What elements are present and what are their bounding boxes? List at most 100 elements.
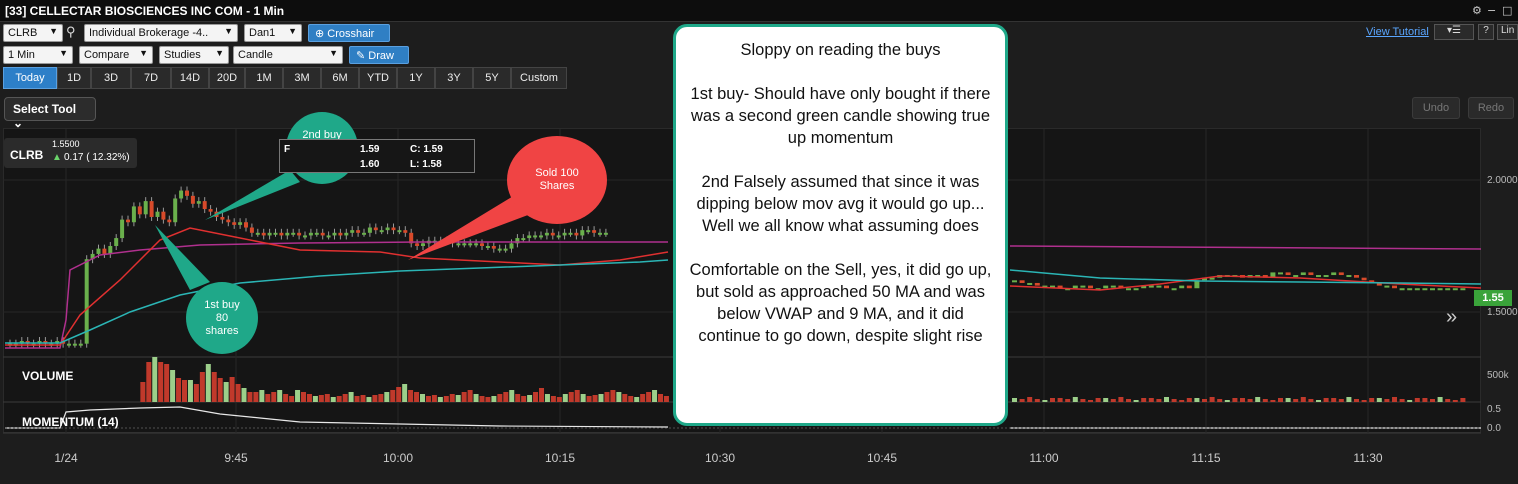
candle [350, 230, 355, 233]
candle [1034, 282, 1040, 286]
candle [285, 232, 290, 236]
volume-bar [437, 397, 443, 402]
candle [356, 230, 361, 233]
candle [1361, 277, 1367, 281]
volume-bar [1133, 400, 1139, 402]
candle [179, 190, 184, 199]
candle [1308, 272, 1314, 276]
volume-bar [1217, 399, 1223, 402]
volume-bar [628, 396, 634, 402]
volume-bar [1392, 397, 1397, 402]
candle [1019, 280, 1025, 283]
volume-bar [1148, 398, 1154, 402]
quote-box: CLRB 1.5500 ▲ 0.17 ( 12.32%) [4, 138, 137, 168]
candle [173, 198, 178, 223]
volume-bar [1141, 398, 1147, 402]
price-tick-label: 1.5000 [1487, 307, 1518, 318]
up-arrow-icon: ▲ [52, 152, 62, 163]
volume-bar [211, 372, 217, 402]
candle [403, 230, 408, 233]
volume-bar [521, 396, 527, 402]
buy2-callout-pointer [205, 170, 300, 220]
volume-bar [1088, 400, 1093, 402]
volume-bar [1012, 398, 1017, 402]
candle [320, 232, 325, 236]
candle [190, 195, 195, 204]
candle [332, 232, 337, 236]
volume-bar [604, 392, 610, 402]
candle [1323, 275, 1329, 278]
double-chevron-right-icon[interactable]: » [1446, 306, 1457, 329]
candle [303, 235, 307, 238]
volume-bar [1293, 399, 1299, 402]
ohlc-low: L: 1.58 [410, 159, 442, 170]
volume-bar [1118, 397, 1124, 402]
volume-bar [414, 392, 420, 402]
volume-bar [1110, 399, 1116, 402]
volume-bar [1209, 397, 1215, 402]
candle [114, 238, 119, 246]
volume-bar [634, 397, 640, 402]
candle [261, 232, 266, 236]
candle [1430, 288, 1435, 291]
volume-bar [235, 384, 241, 402]
candle [1414, 288, 1420, 291]
volume-bar [509, 390, 515, 402]
volume-bar [295, 390, 301, 402]
candle [167, 219, 172, 223]
volume-bar [622, 394, 628, 402]
x-tick-label: 10:30 [705, 451, 735, 465]
candle [362, 232, 366, 235]
candle [391, 227, 396, 231]
candle [273, 232, 278, 235]
candle [562, 232, 567, 236]
candle [456, 243, 461, 246]
candle [1285, 272, 1291, 276]
candle [155, 211, 160, 217]
volume-bar [1072, 397, 1078, 402]
candle [1346, 275, 1352, 278]
candle [267, 232, 272, 236]
volume-bar [1407, 400, 1413, 402]
candle [1460, 288, 1466, 291]
volume-bar [265, 394, 271, 402]
candle [397, 230, 402, 233]
volume-bar [1224, 400, 1230, 402]
candle [527, 235, 532, 239]
volume-bar [1338, 399, 1344, 402]
volume-bar [1156, 399, 1162, 402]
candle [108, 246, 113, 254]
candle [249, 227, 254, 233]
volume-bar [497, 394, 503, 402]
candle [185, 190, 189, 196]
ohlc-readout: F 1.59 1.60 C: 1.59 L: 1.58 [279, 139, 475, 173]
volume-bar [420, 394, 425, 402]
candle [1422, 288, 1428, 291]
volume-bar [1369, 398, 1375, 402]
candle [232, 222, 237, 225]
volume-bar [1179, 400, 1185, 402]
volume-bar [1308, 399, 1314, 402]
candle [1293, 275, 1299, 278]
candle [308, 232, 313, 236]
candle [244, 222, 248, 228]
volume-bar [580, 394, 586, 402]
quote-change: 0.17 ( 12.32%) [64, 152, 130, 163]
candle [1110, 285, 1116, 288]
sold-callout-text: Shares [540, 180, 575, 192]
volume-bar [562, 394, 568, 402]
candle [1027, 282, 1033, 285]
volume-bar [205, 364, 211, 402]
ohlc-low-partial: 1.60 [360, 159, 380, 170]
candle [491, 246, 496, 249]
volume-bar [1384, 399, 1390, 402]
volume-bar [170, 370, 176, 402]
sold-callout-text: Sold 100 [535, 167, 578, 179]
volume-bar [1354, 399, 1359, 402]
candle [521, 238, 526, 241]
candle [1445, 288, 1451, 291]
volume-bar [408, 390, 414, 402]
buy1-callout-text: shares [205, 325, 239, 337]
candle [1399, 288, 1405, 291]
volume-bar [283, 394, 289, 402]
